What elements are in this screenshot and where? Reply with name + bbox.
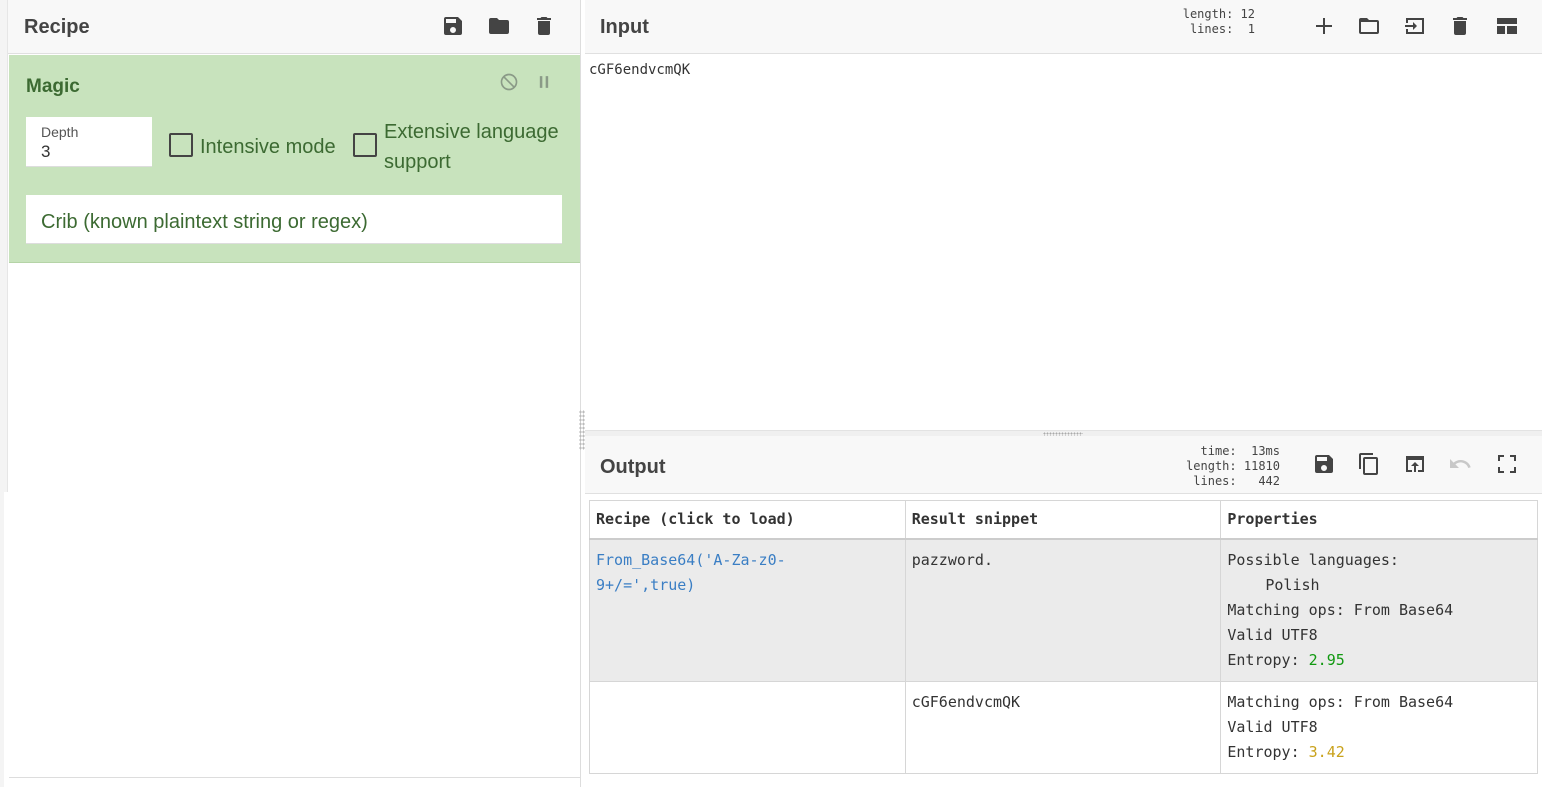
operation-name: Magic [26, 76, 80, 97]
recipe-cell [589, 680, 906, 774]
depth-value[interactable]: 3 [41, 142, 50, 162]
load-recipe-button[interactable] [484, 11, 514, 41]
magic-results-table: Recipe (click to load) Result snippet Pr… [589, 500, 1538, 774]
length-value: 12 [1240, 7, 1255, 21]
save-icon [1315, 455, 1333, 473]
matching-ops: Matching ops: From Base64 [1227, 692, 1454, 711]
undo-icon [1450, 459, 1471, 468]
depth-field[interactable]: Depth 3 [26, 117, 152, 167]
pause-icon [539, 76, 549, 88]
valid-utf8: Valid UTF8 [1227, 717, 1318, 736]
layout-icon [1497, 18, 1517, 34]
possible-language-value: Polish [1265, 575, 1320, 594]
recipe-footer-divider [9, 777, 580, 778]
disable-icon [500, 73, 518, 91]
recipe-title: Recipe [24, 16, 90, 38]
table-row: From_Base64('A-Za-z0- 9+/=',true) pazzwor… [589, 538, 1538, 682]
save-output-button[interactable] [1309, 449, 1339, 479]
crib-input[interactable]: Crib (known plaintext string or regex) [26, 195, 562, 244]
valid-utf8: Valid UTF8 [1227, 625, 1318, 644]
recipe-cell: From_Base64('A-Za-z0- 9+/=',true) [589, 538, 906, 682]
output-title: Output [600, 456, 666, 478]
depth-label: Depth [41, 124, 79, 140]
extensive-language-checkbox[interactable] [353, 133, 377, 157]
extensive-language-label-line1: Extensive language [384, 121, 559, 143]
trash-icon [537, 17, 551, 35]
input-pane: Input length: 12 lines: 1 cGF6endvcmQK [585, 0, 1542, 430]
input-title: Input [600, 16, 649, 38]
snippet-cell: pazzword. [904, 538, 1222, 682]
intensive-mode-checkbox[interactable] [169, 133, 193, 157]
folder-icon [489, 18, 509, 34]
entropy-label: Entropy: [1227, 742, 1300, 761]
crib-placeholder: Crib (known plaintext string or regex) [41, 211, 368, 233]
lines-label: lines: [1189, 22, 1234, 36]
length-label: length: [1186, 459, 1237, 473]
open-file-button[interactable] [1354, 11, 1384, 41]
column-header-snippet: Result snippet [904, 500, 1222, 540]
lines-value: 1 [1247, 22, 1255, 36]
snippet-cell: cGF6endvcmQK [904, 680, 1222, 774]
output-pane: Output time: 13ms length: 11810 lines: 4… [585, 436, 1542, 787]
entropy-value: 2.95 [1308, 650, 1345, 669]
replace-input-button[interactable] [1400, 449, 1430, 479]
operations-pane-edge [0, 0, 8, 492]
properties-cell: Matching ops: From Base64 Valid UTF8 Ent… [1220, 680, 1538, 774]
breakpoint-button[interactable] [533, 71, 555, 93]
save-recipe-button[interactable] [438, 11, 468, 41]
operations-pane-edge-lower [0, 492, 4, 787]
length-label: length: [1182, 7, 1234, 21]
input-textarea[interactable]: cGF6endvcmQK [589, 62, 690, 78]
output-stats: time: 13ms length: 11810 lines: 442 [1175, 444, 1280, 489]
add-input-tab-button[interactable] [1309, 11, 1339, 41]
recipe-pane: Recipe Magic Depth 3 Intensive mode Exte… [0, 0, 585, 787]
undo-button[interactable] [1445, 449, 1475, 479]
output-header: Output time: 13ms length: 11810 lines: 4… [585, 436, 1542, 494]
disable-operation-button[interactable] [498, 71, 520, 93]
properties-cell: Possible languages: Polish Matching ops:… [1220, 538, 1538, 682]
recipe-header: Recipe [8, 0, 580, 54]
magic-operation[interactable]: Magic Depth 3 Intensive mode Extensive l… [9, 55, 580, 263]
save-icon [444, 17, 462, 35]
intensive-mode-label: Intensive mode [200, 136, 336, 158]
table-header-row: Recipe (click to load) Result snippet Pr… [589, 500, 1538, 540]
lines-value: 442 [1258, 474, 1280, 488]
clear-input-button[interactable] [1445, 11, 1475, 41]
length-value: 11810 [1243, 459, 1280, 473]
recipe-link[interactable]: From_Base64('A-Za-z0- 9+/=',true) [596, 551, 786, 594]
column-header-properties: Properties [1220, 500, 1538, 540]
clear-recipe-button[interactable] [529, 11, 559, 41]
input-header: Input length: 12 lines: 1 [585, 0, 1542, 54]
copy-output-button[interactable] [1354, 449, 1384, 479]
cyberchef-app: Recipe Magic Depth 3 Intensive mode Exte… [0, 0, 1542, 787]
matching-ops: Matching ops: From Base64 [1227, 600, 1454, 619]
column-header-recipe: Recipe (click to load) [589, 500, 906, 540]
maximise-output-button[interactable] [1492, 449, 1522, 479]
open-folder-button[interactable] [1400, 11, 1430, 41]
plus-icon [1316, 18, 1332, 34]
entropy-label: Entropy: [1227, 650, 1300, 669]
extensive-language-label-line2: support [384, 151, 451, 173]
import-icon [1405, 18, 1424, 34]
possible-languages-label: Possible languages: [1227, 550, 1399, 569]
input-stats: length: 12 lines: 1 [1180, 7, 1255, 37]
replace-input-icon [1406, 456, 1424, 472]
time-value: 13ms [1251, 444, 1280, 458]
lines-label: lines: [1193, 474, 1237, 488]
reset-layout-button[interactable] [1492, 11, 1522, 41]
entropy-value: 3.42 [1308, 742, 1345, 761]
copy-icon [1359, 453, 1378, 475]
recipe-link-line1: From_Base64('A-Za-z0- [596, 550, 786, 569]
trash-icon [1453, 17, 1467, 35]
fullscreen-icon [1498, 455, 1516, 473]
time-label: time: [1200, 444, 1237, 458]
recipe-link-line2: 9+/=',true) [596, 575, 696, 594]
table-row: cGF6endvcmQK Matching ops: From Base64 V… [589, 680, 1538, 774]
folder-icon [1359, 18, 1379, 34]
